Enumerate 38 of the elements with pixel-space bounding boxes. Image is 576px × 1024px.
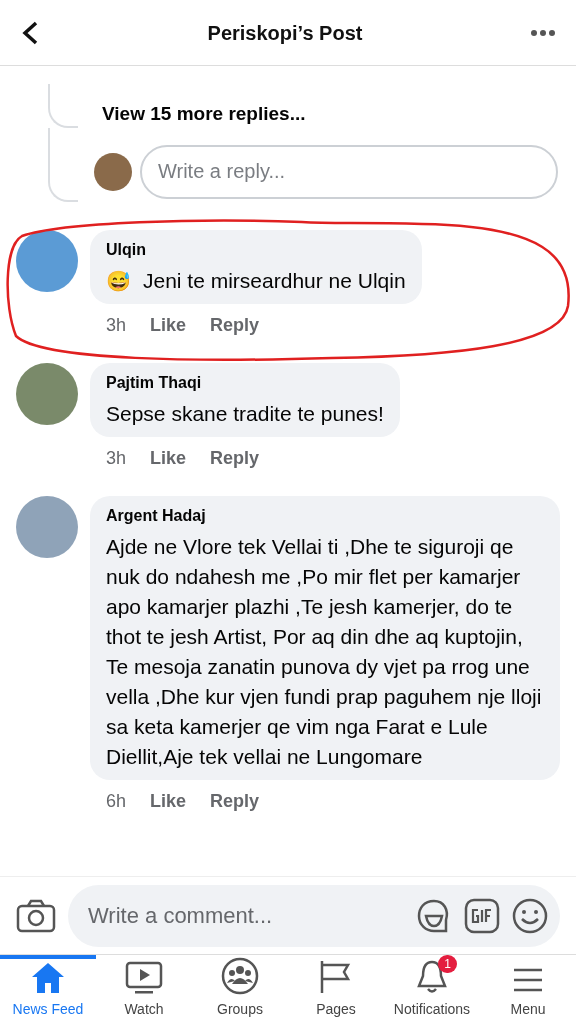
commenter-name[interactable]: Argent Hadaj [106,504,544,528]
view-more-replies-link[interactable]: View 15 more replies... [78,84,558,129]
comment-text: Ajde ne Vlore tek Vellai ti ,Dhe te siguroji qe nuk do ndahesh me ,Po mir flet per kamarjer apo kamarjer plazhi ,Te jesh kamerjer, do te thot te jesh Artist, Por aq din dhe aq kuptojin, Te mesoja zanatin punova dy vjet pa rrog une vella ,Dhe kur vjen fundi prap paguhem nje lloji sa keta kamerjer qe vim nga Farat e Lule Diellit,Aje tek vellai ne Lungomare [106,534,543,770]
comment-time: 3h [106,314,127,337]
avatar [94,152,132,191]
reply-link[interactable]: Reply [210,312,260,339]
commenter-name[interactable]: Pajtim Thaqi [106,371,384,395]
more-icon[interactable] [530,28,556,37]
comment-time: 3h [106,447,127,470]
home-icon [30,961,66,995]
notification-badge: 1 [438,955,457,973]
nav-tab[interactable]: Groups [192,955,288,1024]
comment-text: Sepse skane tradite te punes! [106,401,384,427]
groups-icon [221,957,259,995]
nav-tab[interactable]: News Feed [0,955,96,1024]
reply-field[interactable]: Write a reply... [140,144,558,199]
smiley-icon[interactable] [512,897,548,934]
comment-field[interactable]: Write a comment... [88,899,404,932]
like-link[interactable]: Like [150,788,187,815]
nav-tab[interactable]: Watch [96,955,192,1024]
comment-time: 6h [106,790,127,813]
video-icon [125,961,163,995]
emoji-icon: 😅 [106,271,131,291]
gif-icon[interactable] [464,897,500,934]
comment-text: Jeni te mirseardhur ne Ulqin [143,268,406,294]
like-link[interactable]: Like [150,445,187,472]
back-icon[interactable] [20,19,40,46]
comment-box[interactable]: Write a comment... [68,884,560,947]
like-link[interactable]: Like [150,312,187,339]
page-title: Periskopi’s Post [207,20,363,46]
bell-icon [415,959,449,995]
nav-tab[interactable]: Menu [480,955,576,1024]
nav-tab[interactable]: 1 Notifications [384,955,480,1024]
reply-link[interactable]: Reply [210,788,260,815]
reply-link[interactable]: Reply [210,445,260,472]
commenter-name[interactable]: Ulqin [106,238,406,262]
nav-tab[interactable]: Pages [288,955,384,1024]
camera-icon[interactable] [16,898,56,933]
